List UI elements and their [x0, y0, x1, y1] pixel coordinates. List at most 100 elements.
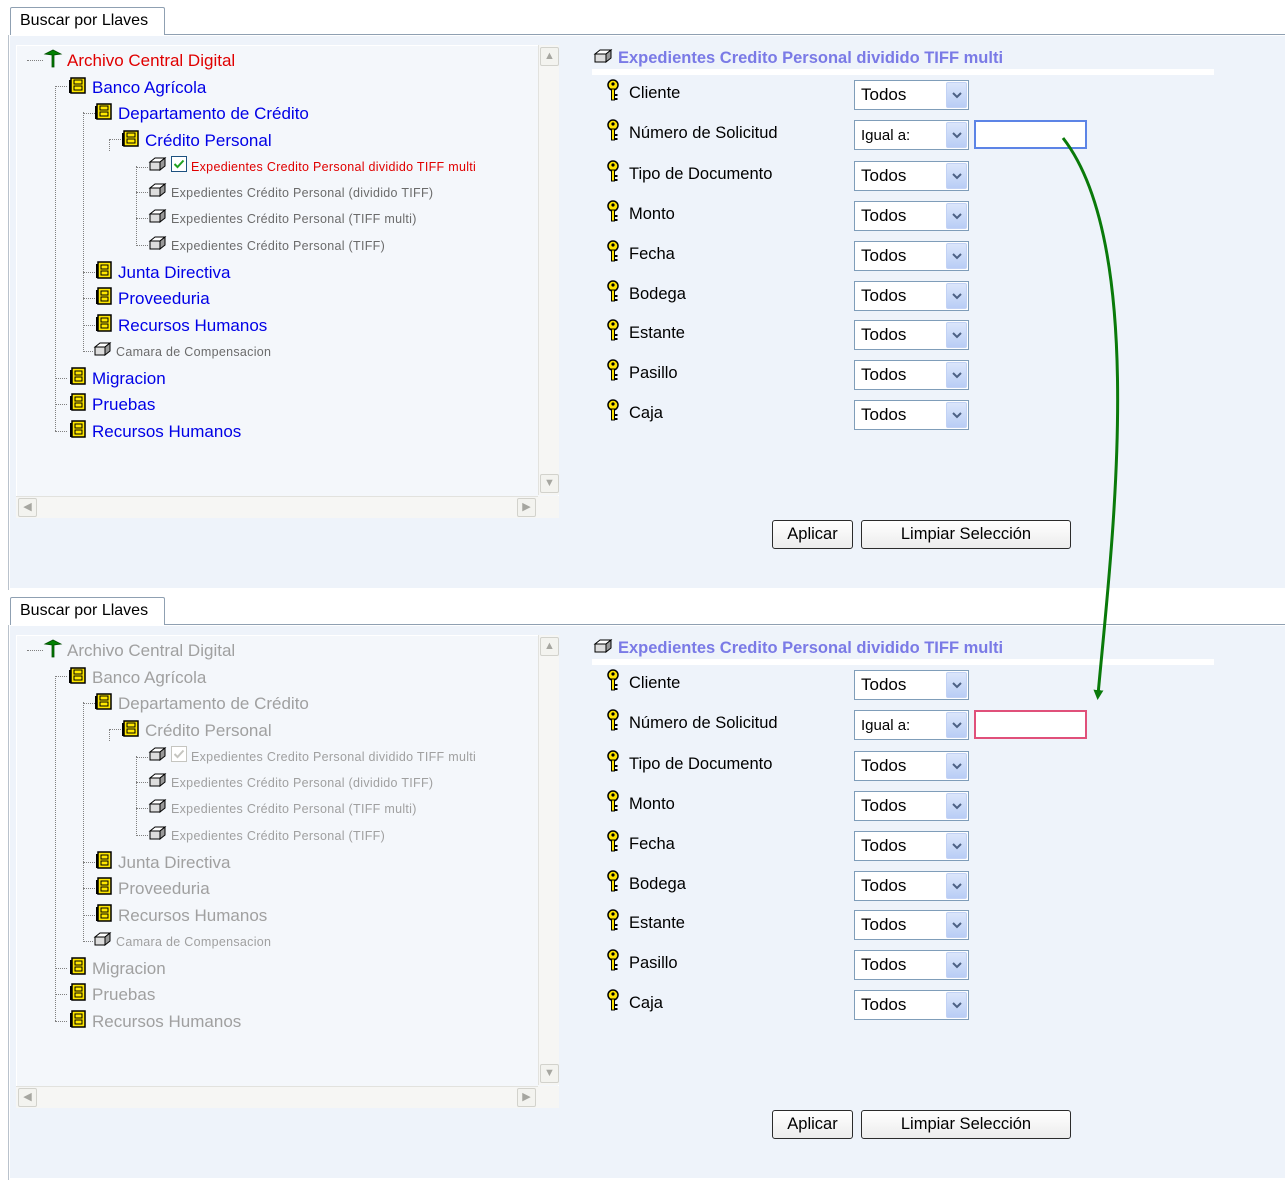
chevron-down-icon[interactable] [946, 833, 967, 859]
tree-item-migracion: Migracion [68, 956, 166, 981]
chevron-down-icon[interactable] [946, 793, 967, 819]
chevron-down-icon[interactable] [946, 362, 967, 388]
monto-select[interactable]: Todos [854, 791, 969, 821]
scroll-up-icon[interactable]: ▲ [540, 637, 559, 656]
chevron-down-icon[interactable] [946, 712, 967, 738]
tipo-documento-select[interactable]: Todos [854, 751, 969, 781]
clear-selection-button[interactable]: Limpiar Selección [861, 1110, 1071, 1139]
bodega-select[interactable]: Todos [854, 281, 969, 311]
document-stack-icon [147, 235, 167, 256]
tree-item-doc-selected[interactable]: Expedientes Credito Personal dividido TI… [147, 156, 476, 177]
bodega-select[interactable]: Todos [854, 871, 969, 901]
chevron-down-icon[interactable] [946, 283, 967, 309]
select-value: Todos [861, 286, 907, 305]
chevron-down-icon[interactable] [946, 322, 967, 348]
tree-item-junta: Junta Directiva [94, 850, 230, 875]
chevron-down-icon[interactable] [946, 243, 967, 269]
numero-solicitud-input-invalid[interactable] [974, 710, 1087, 739]
cliente-select[interactable]: Todos [854, 670, 969, 700]
tree-item-departamento-credito[interactable]: Departamento de Crédito [94, 101, 309, 126]
tree-vertical-scrollbar[interactable]: ▲ ▼ [538, 635, 559, 1085]
tree-vertical-scrollbar[interactable]: ▲ ▼ [538, 45, 559, 495]
tree-item-recursos-humanos-2[interactable]: Recursos Humanos [68, 419, 241, 444]
search-panel-before: Buscar por Llaves Archivo Central Digita… [0, 0, 1285, 590]
tree-item-recursos-humanos: Recursos Humanos [94, 903, 267, 928]
apply-button[interactable]: Aplicar [772, 1110, 853, 1139]
tree-item-pruebas[interactable]: Pruebas [68, 392, 155, 417]
chevron-down-icon[interactable] [946, 912, 967, 938]
estante-select[interactable]: Todos [854, 320, 969, 350]
form-title-text: Expedientes Credito Personal dividido TI… [618, 48, 1004, 67]
chevron-down-icon[interactable] [946, 82, 967, 108]
tree-item-doc[interactable]: Expedientes Crédito Personal (dividido T… [147, 182, 433, 203]
key-icon [605, 280, 621, 309]
scroll-down-icon[interactable]: ▼ [540, 474, 559, 493]
tree-item-label: Camara de Compensacion [116, 344, 272, 359]
chevron-down-icon[interactable] [946, 952, 967, 978]
key-icon [605, 200, 621, 229]
tree-item-label: Expedientes Crédito Personal (TIFF multi… [171, 801, 417, 816]
field-label: Tipo de Documento [629, 755, 773, 773]
apply-button[interactable]: Aplicar [772, 520, 853, 549]
scroll-up-icon[interactable]: ▲ [540, 47, 559, 66]
chevron-down-icon[interactable] [946, 203, 967, 229]
pasillo-select[interactable]: Todos [854, 950, 969, 980]
scroll-left-icon[interactable]: ◀ [18, 498, 37, 517]
tab-buscar-por-llaves[interactable]: Buscar por Llaves [10, 597, 165, 625]
tree-item-recursos-humanos[interactable]: Recursos Humanos [94, 313, 267, 338]
numero-solicitud-input[interactable] [974, 120, 1087, 149]
chevron-down-icon[interactable] [946, 402, 967, 428]
numero-solicitud-operator-select[interactable]: Igual a: [854, 710, 969, 740]
select-value: Todos [861, 915, 907, 934]
cliente-select[interactable]: Todos [854, 80, 969, 110]
pasillo-select[interactable]: Todos [854, 360, 969, 390]
scroll-right-icon[interactable]: ▶ [517, 498, 536, 517]
caja-select[interactable]: Todos [854, 400, 969, 430]
numero-solicitud-operator-select[interactable]: Igual a: [854, 120, 969, 150]
tree-item-label: Departamento de Crédito [118, 693, 309, 713]
key-icon [605, 830, 621, 859]
field-label: Bodega [629, 875, 686, 893]
key-icon [605, 870, 621, 899]
tipo-documento-select[interactable]: Todos [854, 161, 969, 191]
tree-item-migracion[interactable]: Migracion [68, 366, 166, 391]
tree-item-doc[interactable]: Expedientes Crédito Personal (TIFF multi… [147, 208, 417, 229]
chevron-down-icon[interactable] [946, 672, 967, 698]
tree-root[interactable]: Archivo Central Digital [43, 48, 235, 73]
tab-buscar-por-llaves[interactable]: Buscar por Llaves [10, 7, 165, 35]
chevron-down-icon[interactable] [946, 753, 967, 779]
tree-item-doc: Expedientes Crédito Personal (TIFF) [147, 825, 385, 846]
fecha-select[interactable]: Todos [854, 831, 969, 861]
estante-select[interactable]: Todos [854, 910, 969, 940]
tree-item-credito-personal[interactable]: Crédito Personal [121, 128, 272, 153]
fecha-select[interactable]: Todos [854, 241, 969, 271]
key-icon [605, 359, 621, 388]
cabinet-icon [94, 691, 114, 716]
tree-item-label: Migracion [92, 368, 166, 388]
scroll-right-icon[interactable]: ▶ [517, 1088, 536, 1107]
chevron-down-icon[interactable] [946, 122, 967, 148]
tree-item-proveeduria[interactable]: Proveeduria [94, 286, 210, 311]
checkbox-checked-icon[interactable] [171, 156, 187, 177]
tree-item-camara[interactable]: Camara de Compensacion [92, 341, 271, 362]
caja-select[interactable]: Todos [854, 990, 969, 1020]
key-icon [605, 709, 621, 738]
chevron-down-icon[interactable] [946, 163, 967, 189]
tree-item-junta[interactable]: Junta Directiva [94, 260, 230, 285]
tree-item-label: Pruebas [92, 984, 156, 1004]
scroll-corner [538, 1086, 559, 1108]
select-value: Todos [861, 675, 907, 694]
tree-horizontal-scrollbar[interactable]: ◀ ▶ [16, 496, 538, 518]
cabinet-icon [68, 392, 88, 417]
monto-select[interactable]: Todos [854, 201, 969, 231]
tree-item-doc[interactable]: Expedientes Crédito Personal (TIFF) [147, 235, 385, 256]
tree-horizontal-scrollbar[interactable]: ◀ ▶ [16, 1086, 538, 1108]
scroll-down-icon[interactable]: ▼ [540, 1064, 559, 1083]
chevron-down-icon[interactable] [946, 873, 967, 899]
field-label: Monto [629, 795, 675, 813]
tree-item-banco-agricola[interactable]: Banco Agrícola [68, 75, 206, 100]
scroll-left-icon[interactable]: ◀ [18, 1088, 37, 1107]
chevron-down-icon[interactable] [946, 992, 967, 1018]
tree-item-doc: Expedientes Crédito Personal (TIFF multi… [147, 798, 417, 819]
clear-selection-button[interactable]: Limpiar Selección [861, 520, 1071, 549]
